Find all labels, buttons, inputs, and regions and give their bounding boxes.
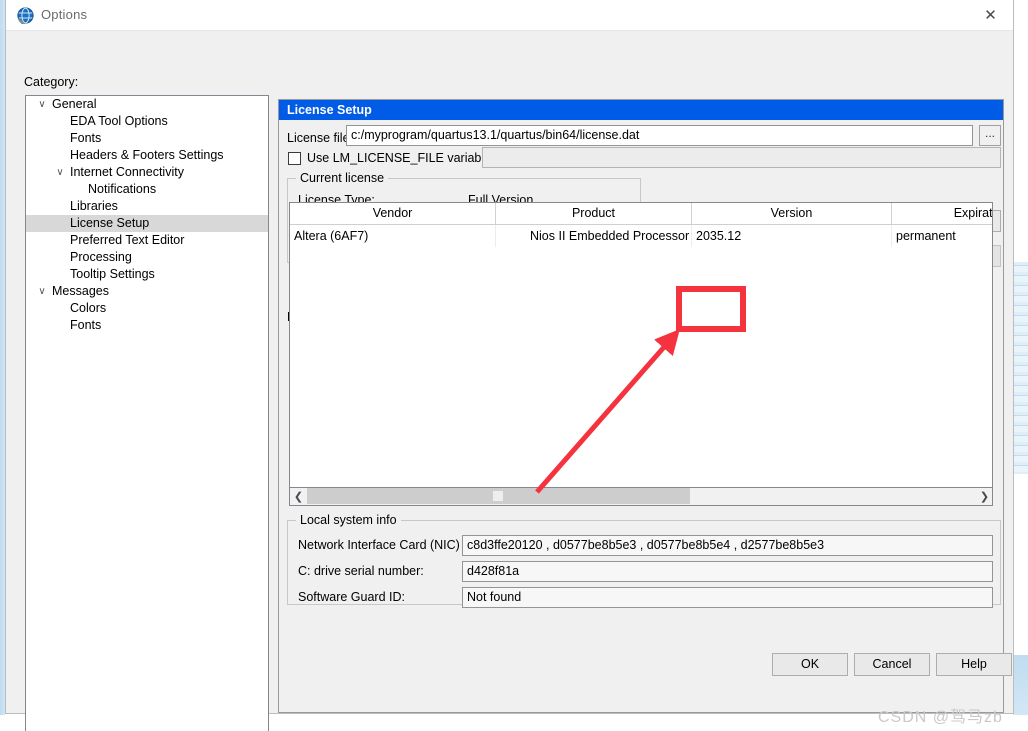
chevron-left-icon[interactable]: ❮ (290, 488, 307, 504)
license-file-input[interactable]: c:/myprogram/quartus13.1/quartus/bin64/l… (346, 125, 973, 146)
sidebar-item-eda-tool-options[interactable]: EDA Tool Options (26, 113, 268, 130)
sidebar-item-notifications[interactable]: Notifications (26, 181, 268, 198)
close-icon[interactable]: ✕ (968, 0, 1013, 30)
system-info-value[interactable]: c8d3ffe20120 , d0577be8b5e3 , d0577be8b5… (462, 535, 993, 556)
options-dialog: Options ✕ Category: ∨ General EDA Tool Opt… (5, 0, 1014, 731)
ok-button[interactable]: OK (772, 653, 848, 676)
table-column-header[interactable]: Expiration (892, 203, 992, 224)
sidebar-item-label: Internet Connectivity (70, 165, 184, 179)
scrollbar-thumb-grip (493, 491, 503, 501)
sidebar-item-label: Tooltip Settings (70, 267, 155, 281)
sidebar-item-preferred-text-editor[interactable]: Preferred Text Editor (26, 232, 268, 249)
window-title: Options (41, 7, 88, 22)
desktop-background-right-striped (1013, 262, 1028, 474)
use-lm-license-file-label: Use LM_LICENSE_FILE variable: (307, 151, 495, 165)
table-cell-product: Nios II Embedded Processor Encrypte... (496, 225, 692, 247)
panel-content: License file: c:/myprogram/quartus13.1/q… (279, 120, 1003, 712)
system-info-value[interactable]: d428f81a (462, 561, 993, 582)
table-body: Altera (6AF7) Nios II Embedded Processor … (290, 225, 992, 247)
sidebar-item-label: Fonts (70, 131, 102, 145)
cancel-button[interactable]: Cancel (854, 653, 930, 676)
lm-license-file-input[interactable] (482, 147, 1001, 168)
system-info-label: Network Interface Card (NIC) ID: (298, 538, 480, 552)
category-label: Category: (24, 75, 79, 89)
table-header-row: VendorProductVersionExpiration (290, 203, 992, 225)
licensed-functions-table[interactable]: VendorProductVersionExpiration Altera (6… (289, 202, 993, 488)
sidebar-item-label: Headers & Footers Settings (70, 148, 224, 162)
browse-button[interactable]: ... (979, 125, 1001, 146)
system-info-label: Software Guard ID: (298, 590, 405, 604)
table-column-header[interactable]: Vendor (290, 203, 496, 224)
sidebar-item-fonts[interactable]: Fonts (26, 130, 268, 147)
panel-title: License Setup (279, 100, 1003, 120)
help-button[interactable]: Help (936, 653, 1012, 676)
table-horizontal-scrollbar[interactable]: ❮ ❯ (289, 488, 993, 506)
sidebar-item-label: Libraries (70, 199, 118, 213)
screenshot-root: Options ✕ Category: ∨ General EDA Tool Opt… (0, 0, 1028, 731)
sidebar-item-label: License Setup (70, 216, 150, 230)
current-license-group-title: Current license (296, 171, 389, 185)
sidebar-item-label: Colors (70, 301, 107, 315)
use-lm-license-file-checkbox[interactable] (288, 152, 301, 165)
sidebar-item-license-setup[interactable]: License Setup (26, 215, 268, 232)
scrollbar-thumb[interactable] (307, 488, 690, 504)
table-cell-vendor: Altera (6AF7) (290, 225, 496, 247)
license-file-label: License file: (287, 131, 354, 145)
sidebar-item-general[interactable]: ∨ General (26, 96, 268, 113)
quartus-globe-icon (17, 7, 34, 24)
sidebar-item-label: Notifications (88, 182, 157, 196)
sidebar-item-label: Preferred Text Editor (70, 233, 185, 247)
sidebar-item-label: Processing (70, 250, 132, 264)
table-cell-version: 2035.12 (692, 225, 892, 247)
sidebar-item-processing[interactable]: Processing (26, 249, 268, 266)
chevron-down-icon[interactable]: ∨ (35, 96, 49, 113)
table-column-header[interactable]: Version (692, 203, 892, 224)
system-info-label: C: drive serial number: (298, 564, 424, 578)
chevron-down-icon[interactable]: ∨ (35, 283, 49, 300)
sidebar-item-internet-connectivity[interactable]: ∨ Internet Connectivity (26, 164, 268, 181)
dialog-body: Category: ∨ General EDA Tool Options Fonts H… (6, 31, 1013, 731)
local-system-info-group-title: Local system info (296, 513, 401, 527)
category-tree[interactable]: ∨ General EDA Tool Options Fonts Headers & F… (25, 95, 269, 731)
sidebar-item-label: Fonts (70, 318, 102, 332)
chevron-right-icon[interactable]: ❯ (976, 488, 993, 504)
sidebar-item-label: General (52, 97, 97, 111)
sidebar-item-fonts[interactable]: Fonts (26, 317, 268, 334)
sidebar-item-label: EDA Tool Options (70, 114, 168, 128)
system-info-value[interactable]: Not found (462, 587, 993, 608)
local-system-info-group: Local system info Network Interface Card… (287, 513, 1001, 608)
table-cell-expiration: permanent (892, 225, 992, 247)
sidebar-item-tooltip-settings[interactable]: Tooltip Settings (26, 266, 268, 283)
chevron-down-icon[interactable]: ∨ (53, 164, 67, 181)
sidebar-item-headers-footers-settings[interactable]: Headers & Footers Settings (26, 147, 268, 164)
sidebar-item-libraries[interactable]: Libraries (26, 198, 268, 215)
sidebar-item-messages[interactable]: ∨ Messages (26, 283, 268, 300)
table-column-header[interactable]: Product (496, 203, 692, 224)
sidebar-item-colors[interactable]: Colors (26, 300, 268, 317)
title-bar: Options ✕ (6, 0, 1013, 31)
license-setup-panel: License Setup License file: c:/myprogram… (278, 99, 1004, 713)
table-row[interactable]: Altera (6AF7) Nios II Embedded Processor … (290, 225, 992, 247)
sidebar-item-label: Messages (52, 284, 109, 298)
scrollbar-track[interactable] (307, 488, 975, 504)
